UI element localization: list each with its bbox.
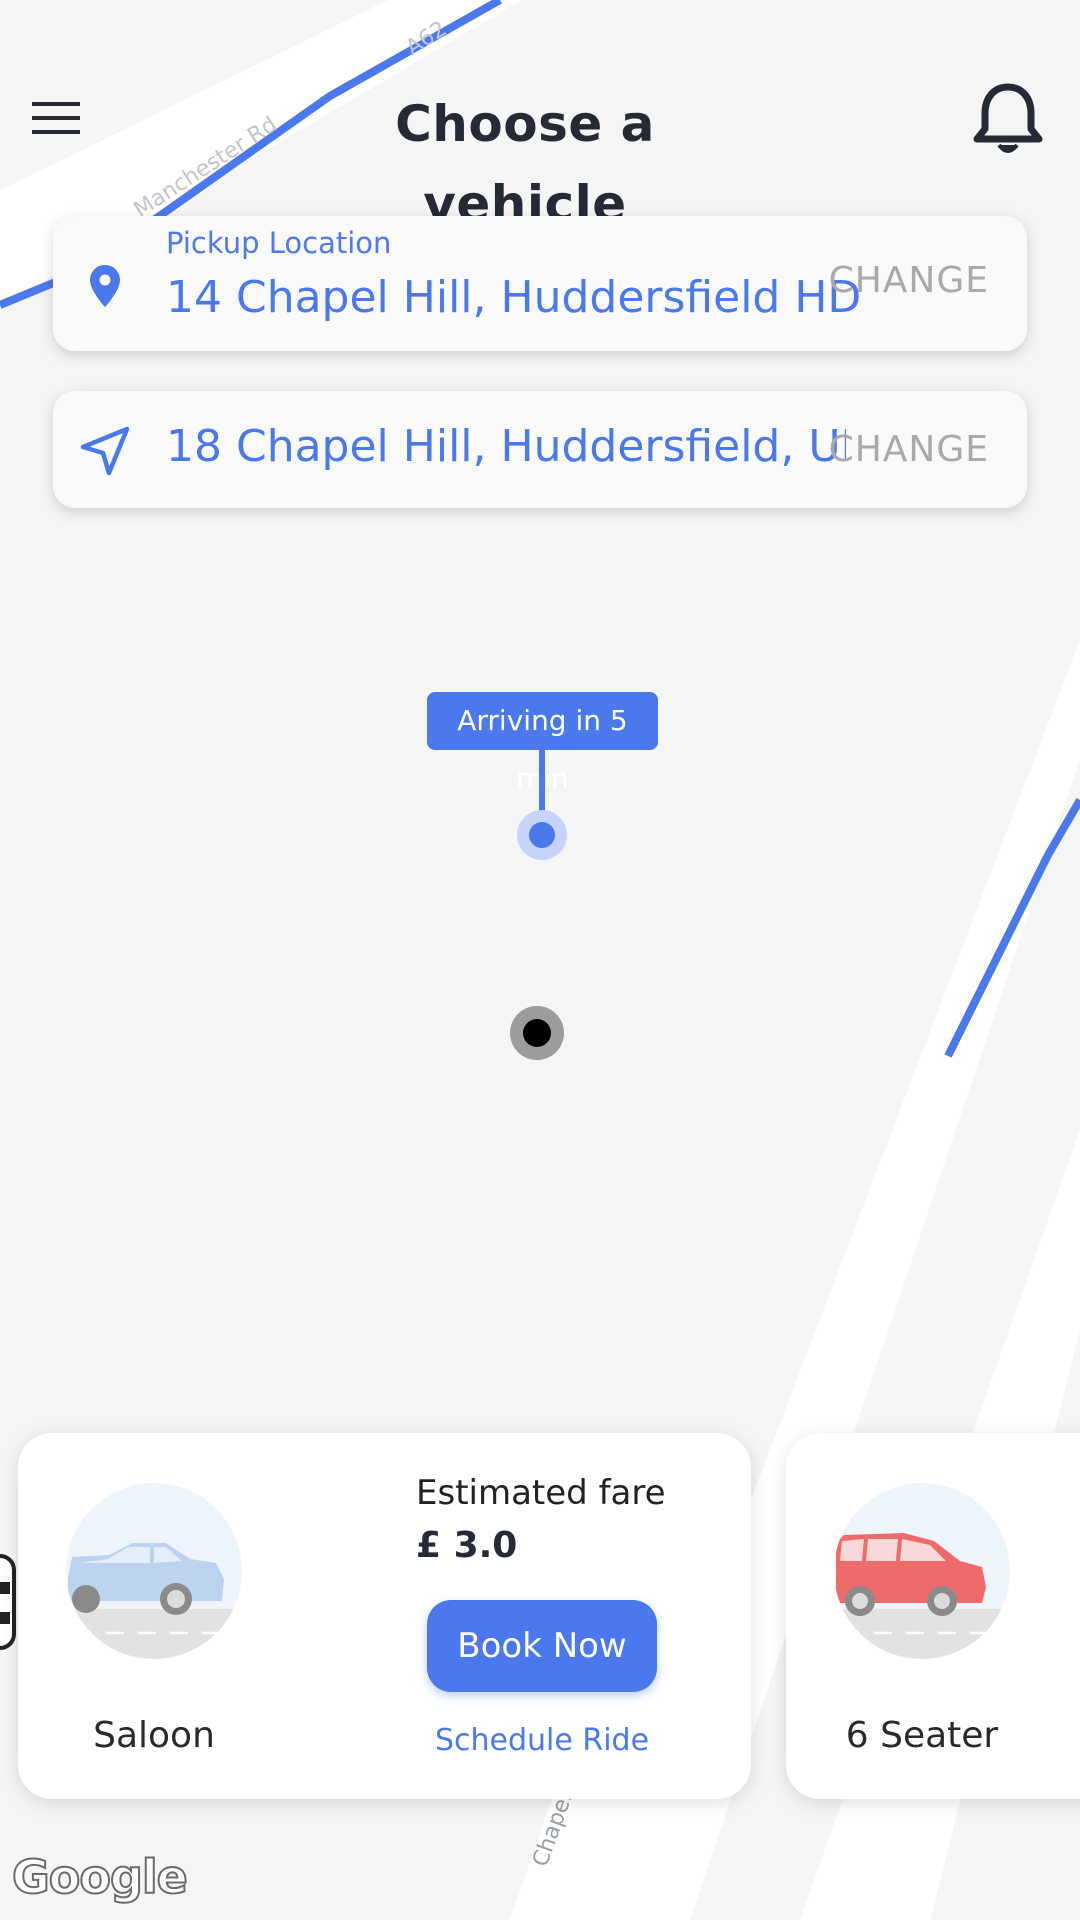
vehicle-name-6-seater: 6 Seater — [845, 1715, 999, 1756]
map-pin-icon — [75, 256, 135, 316]
book-now-button[interactable]: Book Now — [427, 1600, 657, 1692]
change-destination-button[interactable]: CHANGE — [829, 429, 989, 470]
menu-button[interactable] — [22, 82, 90, 158]
estimated-fare-label: Estimated fare — [416, 1473, 666, 1513]
schedule-ride-link[interactable]: Schedule Ride — [414, 1723, 670, 1758]
arrival-time-badge: Arriving in 5 min — [427, 692, 658, 795]
map-car-marker — [0, 1552, 18, 1652]
destination-address: 18 Chapel Hill, Huddersfield, UK — [166, 421, 846, 472]
google-attribution: Google — [11, 1849, 189, 1905]
saloon-car-image — [66, 1483, 242, 1659]
hamburger-menu-icon — [32, 100, 80, 140]
vehicle-card-saloon[interactable]: Saloon Estimated fare £ 3.0 Book Now Sch… — [18, 1433, 751, 1799]
screen: Manchester Rd A62 Chapel Choose a vehicl… — [0, 0, 1080, 1920]
vehicle-name-saloon: Saloon — [93, 1715, 215, 1756]
page-title: Choose a vehicle — [395, 95, 655, 233]
bell-icon — [973, 83, 1043, 161]
pickup-location-label: Pickup Location — [166, 226, 392, 260]
pickup-location-card[interactable]: Pickup Location 14 Chapel Hill, Huddersf… — [53, 216, 1027, 351]
pickup-address: 14 Chapel Hill, Huddersfield HD — [166, 272, 862, 323]
current-location-marker — [509, 1005, 565, 1061]
destination-location-card[interactable]: 18 Chapel Hill, Huddersfield, UK CHANGE — [53, 391, 1027, 508]
notifications-button[interactable] — [962, 76, 1054, 168]
vehicle-card-6-seater[interactable]: 6 Seater — [786, 1433, 1080, 1799]
pickup-marker — [517, 810, 567, 860]
navigation-arrow-icon — [75, 421, 135, 481]
estimated-fare-value: £ 3.0 — [416, 1525, 518, 1566]
change-pickup-button[interactable]: CHANGE — [829, 260, 989, 301]
6-seater-car-image — [834, 1483, 1010, 1659]
